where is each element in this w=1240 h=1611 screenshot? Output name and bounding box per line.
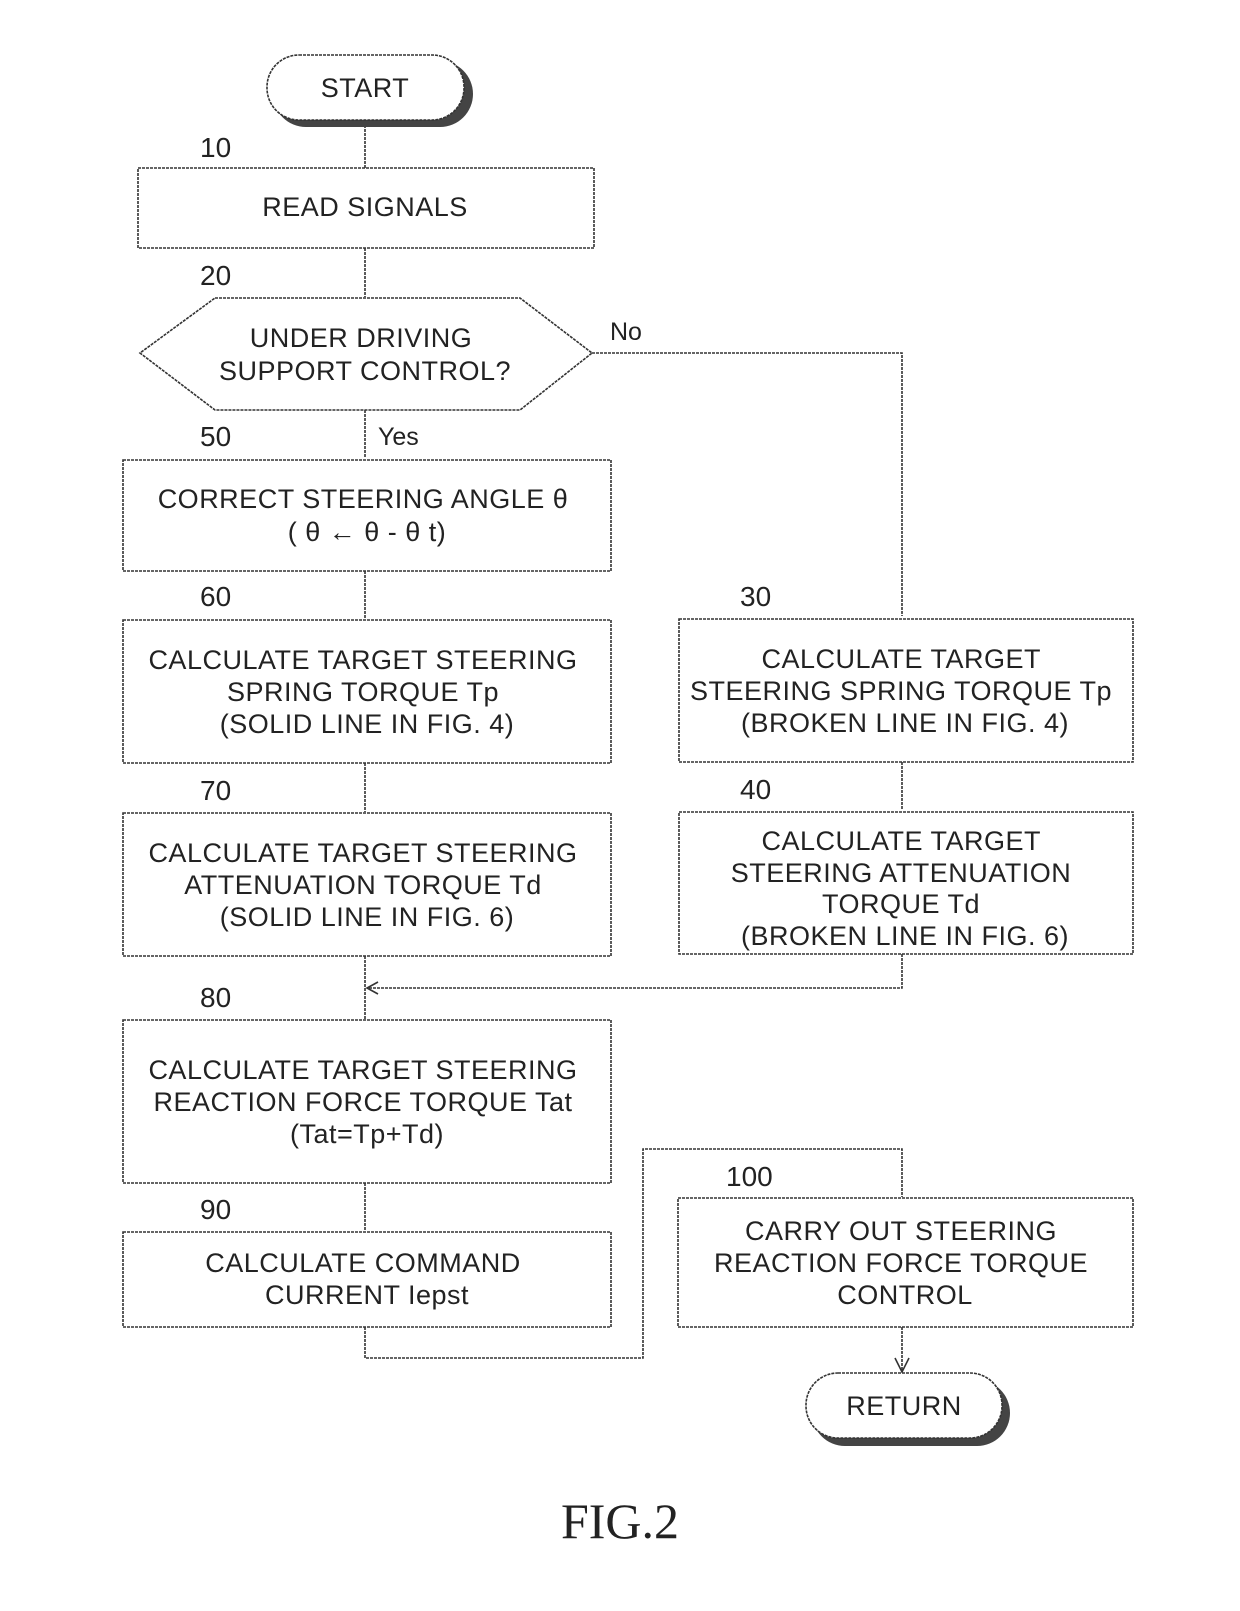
step-50-box — [122, 459, 612, 572]
step-70: 70 CALCULATE TARGET STEERING ATTENUATION… — [122, 775, 612, 957]
step-50: 50 CORRECT STEERING ANGLE θ ( θ ← θ - θ … — [122, 421, 612, 572]
return-label: RETURN — [846, 1391, 962, 1421]
step-30-line-1: CALCULATE TARGET — [761, 644, 1040, 674]
step-100-line-1: CARRY OUT STEERING — [745, 1216, 1057, 1246]
start-label: START — [321, 73, 410, 103]
return-terminator: RETURN — [805, 1372, 1010, 1446]
step-number-20: 20 — [200, 260, 231, 291]
step-60-line-1: CALCULATE TARGET STEERING — [148, 645, 577, 675]
step-number-50: 50 — [200, 421, 231, 452]
step-40: 40 CALCULATE TARGET STEERING ATTENUATION… — [678, 774, 1134, 955]
step-number-60: 60 — [200, 581, 231, 612]
step-80: 80 CALCULATE TARGET STEERING REACTION FO… — [122, 982, 612, 1184]
step-30-line-3: (BROKEN LINE IN FIG. 4) — [741, 708, 1069, 738]
step-number-80: 80 — [200, 982, 231, 1013]
step-10: 10 READ SIGNALS — [137, 132, 595, 249]
step-40-line-3: TORQUE Td — [822, 889, 980, 919]
step-40-line-1: CALCULATE TARGET — [761, 826, 1040, 856]
step-70-line-1: CALCULATE TARGET STEERING — [148, 838, 577, 868]
decision-20-line-2: SUPPORT CONTROL? — [219, 356, 511, 386]
start-terminator: START — [266, 54, 473, 127]
step-10-line-1: READ SIGNALS — [262, 192, 468, 222]
decision-20-line-1: UNDER DRIVING — [250, 323, 473, 353]
step-number-40: 40 — [740, 774, 771, 805]
decision-20-shape — [138, 297, 594, 411]
step-40-line-4: (BROKEN LINE IN FIG. 6) — [741, 921, 1069, 951]
step-50-line-2: ( θ ← θ - θ t) — [288, 517, 447, 547]
step-100-line-2: REACTION FORCE TORQUE — [714, 1248, 1088, 1278]
step-30: 30 CALCULATE TARGET STEERING SPRING TORQ… — [678, 581, 1134, 763]
step-60: 60 CALCULATE TARGET STEERING SPRING TORQ… — [122, 581, 612, 764]
step-80-line-1: CALCULATE TARGET STEERING — [148, 1055, 577, 1085]
connector-20-30-no — [592, 352, 903, 616]
step-number-100: 100 — [726, 1161, 773, 1192]
merge-arrowhead — [365, 981, 379, 995]
step-number-90: 90 — [200, 1194, 231, 1225]
branch-no-label: No — [610, 318, 642, 346]
step-30-line-2: STEERING SPRING TORQUE Tp — [690, 676, 1112, 706]
branch-yes-label: Yes — [378, 423, 419, 451]
step-70-line-3: (SOLID LINE IN FIG. 6) — [220, 902, 515, 932]
flowchart: START 10 READ SIGNALS 20 UNDER DRIVING S… — [122, 54, 1134, 1549]
step-80-line-3: (Tat=Tp+Td) — [290, 1119, 444, 1149]
step-60-line-3: (SOLID LINE IN FIG. 4) — [220, 709, 515, 739]
step-number-10: 10 — [200, 132, 231, 163]
step-number-70: 70 — [200, 775, 231, 806]
step-70-line-2: ATTENUATION TORQUE Td — [184, 870, 542, 900]
step-80-line-2: REACTION FORCE TORQUE Tat — [153, 1087, 572, 1117]
step-50-line-1: CORRECT STEERING ANGLE θ — [158, 484, 569, 514]
step-100: 100 CARRY OUT STEERING REACTION FORCE TO… — [677, 1161, 1134, 1328]
step-90-line-1: CALCULATE COMMAND — [205, 1248, 521, 1278]
step-40-line-2: STEERING ATTENUATION — [731, 858, 1072, 888]
connector-40-merge — [367, 954, 903, 989]
step-90: 90 CALCULATE COMMAND CURRENT Iepst — [122, 1194, 612, 1328]
step-90-line-2: CURRENT Iepst — [265, 1280, 469, 1310]
step-100-line-3: CONTROL — [837, 1280, 973, 1310]
step-60-line-2: SPRING TORQUE Tp — [227, 677, 499, 707]
step-10-text: READ SIGNALS — [262, 192, 468, 222]
figure-caption: FIG.2 — [561, 1493, 679, 1549]
step-number-30: 30 — [740, 581, 771, 612]
